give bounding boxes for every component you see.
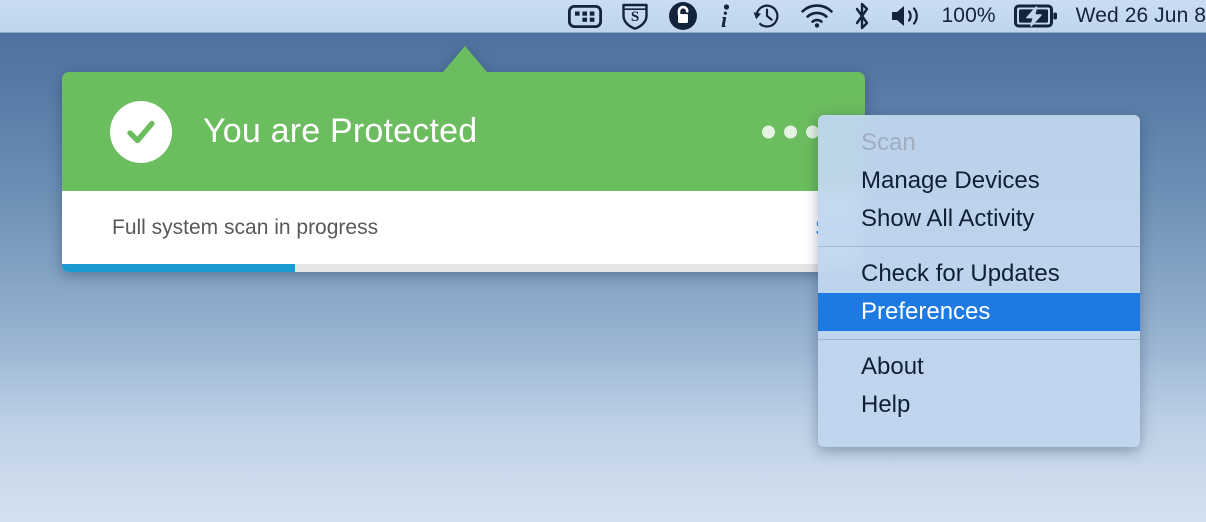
scan-progress-bar (62, 264, 865, 272)
menu-item-help[interactable]: Help (818, 386, 1140, 424)
popover-header: You are Protected (62, 72, 865, 191)
dot-2 (784, 125, 797, 138)
popover-body: Full system scan in progress Stop (62, 191, 865, 264)
svg-text:i: i (720, 7, 727, 30)
scan-progress-fill (62, 264, 295, 272)
menu-item-manage-devices[interactable]: Manage Devices (818, 162, 1140, 200)
bluetooth-icon[interactable] (843, 0, 881, 33)
more-dots-icon[interactable] (762, 125, 819, 138)
menu-separator-2 (818, 339, 1140, 340)
info-icon[interactable]: i (707, 0, 743, 33)
input-menu-icon[interactable] (559, 0, 611, 33)
clock-text: Wed 26 Jun 8: (1075, 4, 1206, 27)
sophos-shield-icon[interactable]: S (611, 0, 659, 33)
menu-separator-1 (818, 246, 1140, 247)
menu-bar: S i 100% Wed 26 Jun 8: (0, 0, 1206, 33)
sophos-status-popover: You are Protected Full system scan in pr… (62, 46, 865, 272)
battery-percent-text: 100% (941, 4, 996, 27)
dot-1 (762, 125, 775, 138)
battery-percent-label[interactable]: 100% (933, 0, 1005, 33)
menu-item-check-for-updates[interactable]: Check for Updates (818, 255, 1140, 293)
menu-bar-clock[interactable]: Wed 26 Jun 8: (1067, 0, 1206, 33)
popover-arrow (443, 46, 487, 72)
volume-icon[interactable] (881, 0, 933, 33)
battery-charging-icon[interactable] (1005, 0, 1067, 33)
lock-icon[interactable] (659, 0, 707, 33)
menu-item-scan: Scan (861, 129, 916, 156)
sophos-context-menu[interactable]: Scan Manage Devices Show All Activity Ch… (818, 115, 1140, 447)
menu-item-show-all-activity[interactable]: Show All Activity (818, 200, 1140, 238)
time-machine-icon[interactable] (743, 0, 791, 33)
wifi-icon[interactable] (791, 0, 843, 33)
menu-item-about[interactable]: About (818, 348, 1140, 386)
checkmark-circle-icon (110, 100, 172, 163)
scan-status-text: Full system scan in progress (112, 215, 379, 239)
menu-item-preferences[interactable]: Preferences (818, 293, 1140, 331)
protection-status-title: You are Protected (203, 112, 478, 150)
svg-text:S: S (630, 9, 638, 25)
